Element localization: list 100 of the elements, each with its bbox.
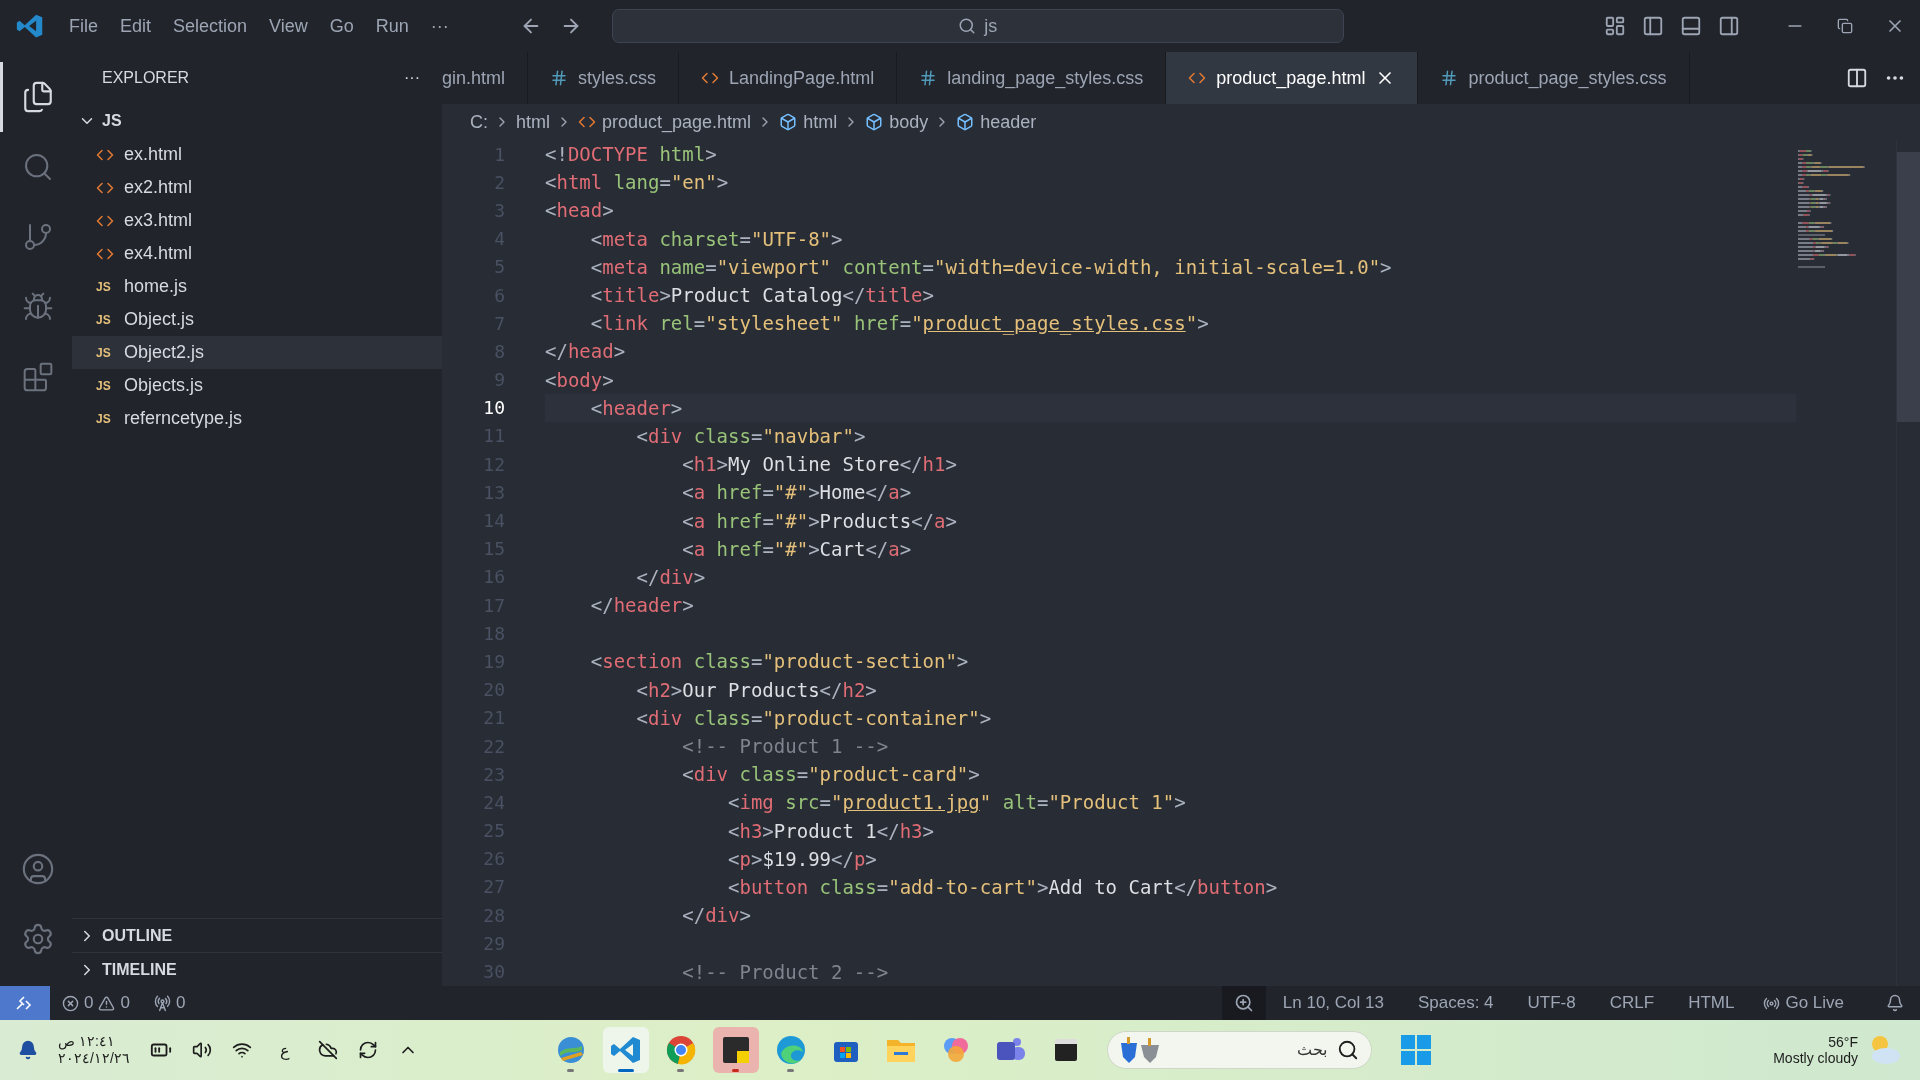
code-line: <div class="product-container"> <box>635 705 993 731</box>
sticky-note-icon <box>720 1035 751 1065</box>
explorer-entry[interactable]: JS home.js <box>72 270 442 303</box>
status-item[interactable]: HTML <box>1671 993 1752 1013</box>
code-line: <a href="#">Home</a> <box>681 480 913 506</box>
bottom-panel-icon[interactable] <box>1680 15 1702 37</box>
warning-count[interactable]: 0 <box>120 993 130 1013</box>
taskbar-search-field[interactable]: بحث <box>1106 1031 1372 1069</box>
error-icon[interactable] <box>62 994 79 1012</box>
code-line: <head> <box>545 198 615 224</box>
code-line: </div> <box>681 903 752 929</box>
code-line: <section class="product-section"> <box>589 649 970 675</box>
menu-item[interactable]: Selection <box>162 15 259 37</box>
layout-icon[interactable] <box>1604 15 1626 37</box>
js-file-icon: JS <box>96 345 114 360</box>
breadcrumb-item[interactable]: C: <box>470 111 488 133</box>
explorer-entry[interactable]: ex2.html <box>72 171 442 204</box>
code-line: <button class="add-to-cart">Add to Cart</button> <box>727 874 1279 900</box>
volume-icon[interactable] <box>191 1040 212 1060</box>
menu-item[interactable]: ··· <box>419 15 460 37</box>
code-line: <!-- Product 1 --> <box>681 734 890 760</box>
wave-browser-icon <box>774 1034 807 1066</box>
code-line: <h1>My Online Store</h1> <box>681 452 958 478</box>
go-live-button[interactable]: Go Live <box>1785 993 1844 1013</box>
sync-icon[interactable] <box>357 1040 378 1060</box>
code-line: <h3>Product 1</h3> <box>727 818 935 844</box>
explorer-entry[interactable]: JS referncetype.js <box>72 402 442 435</box>
search-input[interactable]: بحث <box>1167 1040 1329 1060</box>
js-file-icon: JS <box>96 312 114 327</box>
split-editor-icon[interactable] <box>1846 67 1868 89</box>
hash-icon <box>1440 69 1459 87</box>
code-line: <!-- Product 2 --> <box>681 959 890 985</box>
wifi-icon[interactable] <box>231 1040 252 1060</box>
editor-tab[interactable]: product_page.html <box>1166 52 1419 104</box>
section-title[interactable]: TIMELINE <box>102 960 177 979</box>
clock[interactable]: ١٢:٤١ ص ٢٠٢٤/١٢/٢٦ <box>58 1033 130 1067</box>
explorer-entry[interactable]: ex.html <box>72 138 442 171</box>
breadcrumb-item[interactable]: product_page.html <box>602 111 752 133</box>
error-count[interactable]: 0 <box>84 993 94 1013</box>
menu-item[interactable]: Edit <box>109 15 163 37</box>
status-item[interactable]: UTF-8 <box>1510 993 1593 1013</box>
language-indicator[interactable]: ع <box>271 1040 298 1060</box>
menu-item[interactable]: File <box>58 15 109 37</box>
code-line: <title>Product Catalog</title> <box>589 283 935 309</box>
status-item[interactable]: Ln 10, Col 13 <box>1265 993 1401 1013</box>
more-actions[interactable]: ··· <box>404 69 420 87</box>
status-item[interactable]: CRLF <box>1592 993 1672 1013</box>
editor-tab[interactable]: styles.css <box>528 52 680 104</box>
menu-item[interactable]: Run <box>364 15 420 37</box>
code-line: <meta charset="UTF-8"> <box>589 226 844 252</box>
editor-tab[interactable]: gin.html <box>442 52 529 104</box>
antenna-icon[interactable] <box>153 994 171 1012</box>
breadcrumb-item[interactable]: header <box>980 111 1037 133</box>
cube-icon <box>956 113 975 131</box>
editor-tab[interactable]: product_page_styles.css <box>1418 52 1690 104</box>
sidebar-panel-icon[interactable] <box>1642 15 1664 37</box>
bell-icon[interactable] <box>18 1040 38 1060</box>
search-icon[interactable] <box>1336 1039 1359 1061</box>
ports-count[interactable]: 0 <box>175 993 186 1013</box>
cube-icon <box>779 113 798 131</box>
js-file-icon: JS <box>96 411 114 426</box>
code-line: </header> <box>589 593 695 619</box>
app-logo-icon <box>16 12 44 40</box>
code-line: <meta name="viewport" content="width=device-width, initial-scale=1.0"> <box>589 254 1393 280</box>
search-field[interactable]: js <box>611 9 1344 43</box>
code-line: <div class="product-card"> <box>681 762 981 788</box>
hash-icon <box>919 69 938 87</box>
breadcrumb-item[interactable]: body <box>889 111 929 133</box>
explorer-entry[interactable]: JS Object2.js <box>72 336 442 369</box>
code-line: <!DOCTYPE html> <box>545 142 718 168</box>
sidebar-title: EXPLORER <box>102 69 190 87</box>
code-line: <p>$19.99</p> <box>727 846 878 872</box>
remote-button[interactable] <box>0 986 50 1020</box>
right-panel-icon[interactable] <box>1718 15 1740 37</box>
editor-tab[interactable]: LandingPage.html <box>679 52 898 104</box>
explorer-entry[interactable]: ex3.html <box>72 204 442 237</box>
menu-item[interactable]: Go <box>318 15 365 37</box>
taskbar-app[interactable] <box>712 1027 759 1073</box>
cloud-off-icon[interactable] <box>317 1040 338 1060</box>
explorer-entry[interactable]: ex4.html <box>72 237 442 270</box>
menu-item[interactable]: View <box>258 15 319 37</box>
code-line: <div class="navbar"> <box>635 423 867 449</box>
explorer-entry[interactable]: JS Object.js <box>72 303 442 336</box>
js-file-icon: JS <box>96 279 114 294</box>
zoom-icon[interactable] <box>1221 986 1266 1020</box>
section-title[interactable]: OUTLINE <box>102 926 173 945</box>
code-editor-icon <box>609 1034 642 1066</box>
breadcrumb-item[interactable]: html <box>516 111 550 133</box>
warning-icon[interactable] <box>98 994 116 1012</box>
folder-name[interactable]: JS <box>102 112 122 130</box>
explorer-entry[interactable]: JS Objects.js <box>72 369 442 402</box>
code-line: <h2>Our Products</h2> <box>635 677 878 703</box>
code-line: <html lang="en"> <box>545 170 730 196</box>
breadcrumb-item[interactable]: html <box>803 111 838 133</box>
code-line: <link rel="stylesheet" href="product_page_styles.css"> <box>589 311 1210 337</box>
weather-widget[interactable]: 56°F Mostly cloudy <box>1773 1034 1902 1066</box>
start-icon[interactable] <box>1399 1034 1432 1066</box>
status-item[interactable]: Spaces: 4 <box>1400 993 1511 1013</box>
code-line: <a href="#">Products</a> <box>681 508 958 534</box>
search-icon <box>958 17 977 35</box>
